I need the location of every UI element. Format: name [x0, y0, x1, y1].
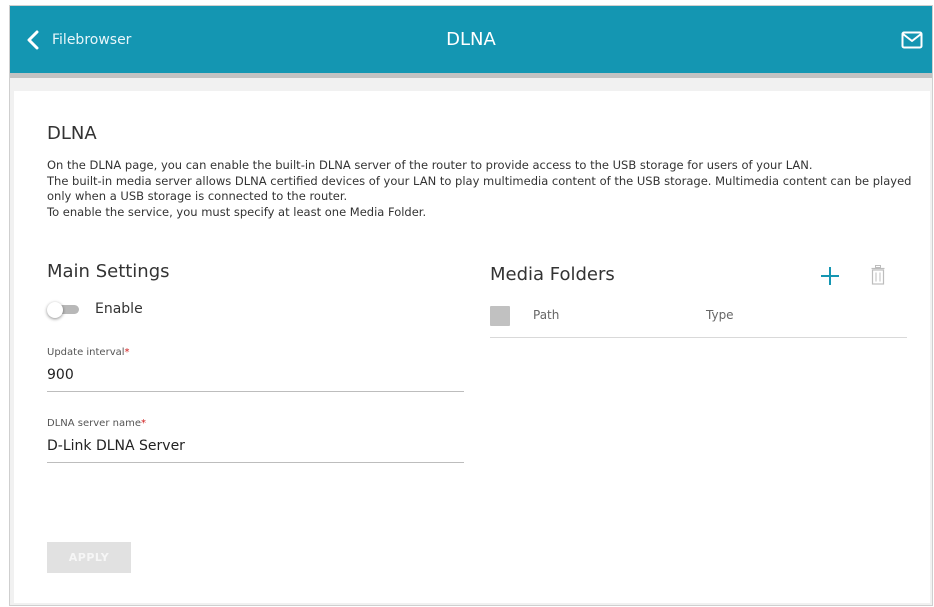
server-name-label: DLNA server name* [47, 418, 464, 429]
mail-icon[interactable] [901, 31, 923, 49]
update-interval-label: Update interval* [47, 347, 464, 358]
update-interval-field[interactable]: Update interval* 900 [47, 347, 464, 392]
main-settings-title: Main Settings [47, 261, 170, 282]
page-title: DLNA [47, 123, 97, 144]
page-description: On the DLNA page, you can enable the bui… [47, 158, 917, 220]
required-mark: * [124, 347, 130, 358]
apply-button[interactable]: APPLY [47, 542, 131, 573]
enable-toggle-row[interactable]: Enable [47, 301, 143, 318]
description-line: On the DLNA page, you can enable the bui… [47, 158, 813, 172]
enable-label: Enable [95, 301, 143, 317]
required-mark: * [140, 418, 146, 429]
select-all-checkbox[interactable] [490, 306, 510, 326]
server-name-field[interactable]: DLNA server name* D-Link DLNA Server [47, 418, 464, 463]
description-line: The built-in media server allows DLNA ce… [47, 173, 912, 204]
page-header-title: DLNA [446, 29, 496, 50]
update-interval-label-text: Update interval [47, 347, 125, 358]
description-line: To enable the service, you must specify … [47, 204, 427, 219]
content-card: DLNA On the DLNA page, you can enable th… [14, 91, 930, 603]
enable-toggle[interactable] [47, 302, 81, 318]
app-window: Filebrowser DLNA DLNA On the DLNA page, … [9, 5, 933, 606]
column-header-path: Path [533, 308, 560, 322]
update-interval-input[interactable]: 900 [47, 358, 464, 391]
trash-icon[interactable] [871, 265, 885, 285]
plus-icon[interactable] [820, 266, 840, 286]
toggle-knob [47, 302, 63, 318]
media-folders-title: Media Folders [490, 264, 615, 285]
top-bar: Filebrowser DLNA [10, 6, 932, 78]
server-name-label-text: DLNA server name [47, 418, 141, 429]
server-name-input[interactable]: D-Link DLNA Server [47, 429, 464, 462]
media-folders-table-header: Path Type [490, 302, 907, 338]
column-header-type: Type [706, 308, 734, 322]
